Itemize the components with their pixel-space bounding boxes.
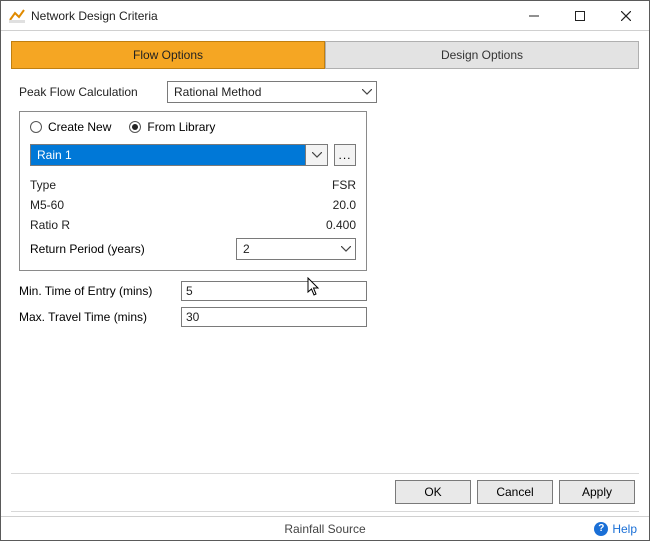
content-area: Peak Flow Calculation Rational Method Cr… (1, 69, 649, 339)
time-inputs: Min. Time of Entry (mins) Max. Travel Ti… (19, 281, 367, 327)
peak-flow-method-select[interactable]: Rational Method (167, 81, 377, 103)
max-travel-time-row: Max. Travel Time (mins) (19, 307, 367, 327)
help-link[interactable]: ? Help (594, 522, 637, 536)
select-value: 2 (243, 242, 250, 256)
min-time-entry-row: Min. Time of Entry (mins) (19, 281, 367, 301)
help-label: Help (612, 522, 637, 536)
radio-label: From Library (147, 120, 215, 134)
apply-button[interactable]: Apply (559, 480, 635, 504)
ratio-r-label: Ratio R (30, 218, 70, 232)
browse-library-button[interactable]: ... (334, 144, 356, 166)
tab-label: Design Options (441, 48, 523, 62)
help-icon: ? (594, 522, 608, 536)
ellipsis-icon: ... (338, 148, 351, 162)
select-value: Rational Method (174, 85, 261, 99)
radio-from-library[interactable]: From Library (129, 120, 215, 134)
separator (11, 511, 639, 512)
dialog-window: Network Design Criteria Flow Options Des… (0, 0, 650, 541)
chevron-down-icon (362, 89, 372, 95)
tab-design-options[interactable]: Design Options (325, 41, 639, 69)
radio-icon (129, 121, 141, 133)
min-time-entry-input[interactable] (181, 281, 367, 301)
dialog-buttons: OK Cancel Apply (395, 480, 635, 504)
button-label: Apply (582, 485, 612, 499)
library-item-select[interactable]: Rain 1 (30, 144, 328, 166)
return-period-select[interactable]: 2 (236, 238, 356, 260)
return-period-label: Return Period (years) (30, 242, 236, 256)
max-travel-time-input[interactable] (181, 307, 367, 327)
tab-strip: Flow Options Design Options (1, 31, 649, 69)
type-row: Type FSR (30, 178, 356, 192)
type-label: Type (30, 178, 56, 192)
chevron-down-icon (341, 246, 351, 252)
button-label: Cancel (496, 485, 533, 499)
return-period-row: Return Period (years) 2 (30, 238, 356, 260)
minimize-button[interactable] (511, 1, 557, 31)
m5-60-value: 20.0 (296, 198, 356, 212)
type-value: FSR (296, 178, 356, 192)
titlebar: Network Design Criteria (1, 1, 649, 31)
button-label: OK (424, 485, 441, 499)
ratio-r-value: 0.400 (296, 218, 356, 232)
rainfall-source-group: Create New From Library Rain 1 ... (19, 111, 367, 271)
m5-60-row: M5-60 20.0 (30, 198, 356, 212)
peak-flow-row: Peak Flow Calculation Rational Method (19, 81, 631, 103)
close-button[interactable] (603, 1, 649, 31)
chevron-down-icon (305, 145, 327, 165)
radio-label: Create New (48, 120, 111, 134)
ratio-r-row: Ratio R 0.400 (30, 218, 356, 232)
max-travel-time-label: Max. Travel Time (mins) (19, 310, 181, 324)
app-icon (9, 8, 25, 24)
source-mode-radio-group: Create New From Library (30, 120, 356, 134)
ok-button[interactable]: OK (395, 480, 471, 504)
tab-flow-options[interactable]: Flow Options (11, 41, 325, 69)
library-selection-row: Rain 1 ... (30, 144, 356, 166)
tab-label: Flow Options (133, 48, 203, 62)
peak-flow-label: Peak Flow Calculation (19, 85, 159, 99)
radio-icon (30, 121, 42, 133)
min-time-entry-label: Min. Time of Entry (mins) (19, 284, 181, 298)
select-value: Rain 1 (31, 145, 305, 165)
status-text: Rainfall Source (1, 522, 649, 536)
maximize-button[interactable] (557, 1, 603, 31)
window-controls (511, 1, 649, 30)
m5-60-label: M5-60 (30, 198, 64, 212)
cancel-button[interactable]: Cancel (477, 480, 553, 504)
status-bar: Rainfall Source ? Help (1, 516, 649, 540)
window-title: Network Design Criteria (31, 9, 511, 23)
separator (11, 473, 639, 474)
radio-create-new[interactable]: Create New (30, 120, 111, 134)
